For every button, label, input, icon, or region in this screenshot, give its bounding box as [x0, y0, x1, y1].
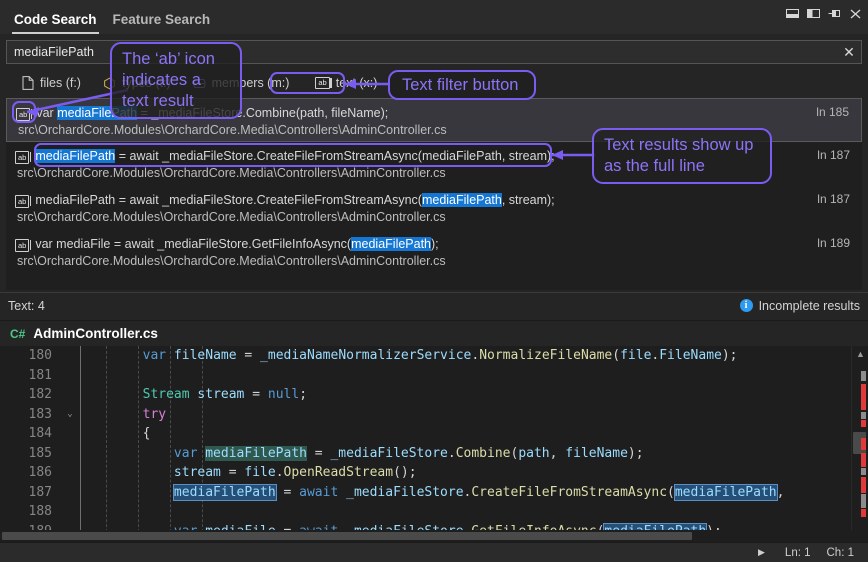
line-number: 186 [0, 465, 62, 480]
split-pane-icon[interactable] [807, 7, 820, 20]
preview-file-header: C# AdminController.cs [0, 320, 868, 346]
filter-chip-files[interactable]: files (f:) [12, 72, 91, 94]
scrollbar-marker [861, 453, 866, 467]
annotation-ab-icon-text: The ‘ab’ icon indicates a text result [122, 50, 215, 110]
code-line: 184 { [0, 424, 868, 444]
line-number: 182 [0, 387, 62, 402]
results-list[interactable]: abvar mediaFilePath = _mediaFileStore.Co… [6, 98, 862, 290]
scrollbar-marker [861, 384, 866, 410]
bottom-status-bar: ▶ Ln: 1 Ch: 1 [0, 542, 868, 562]
play-icon[interactable]: ▶ [758, 547, 769, 558]
result-code-line: ab mediaFilePath = await _mediaFileStore.… [6, 190, 862, 210]
window-controls [786, 7, 862, 20]
filter-chip-files-label: files (f:) [40, 76, 81, 90]
result-row[interactable]: ab mediaFilePath = await _mediaFileStore.… [6, 186, 862, 230]
line-number: 184 [0, 426, 62, 441]
incomplete-results-notice: i Incomplete results [740, 299, 868, 313]
line-number: 180 [0, 348, 62, 363]
tab-feature-search[interactable]: Feature Search [105, 13, 219, 34]
code-line: 187 mediaFilePath = await _mediaFileStor… [0, 483, 868, 503]
annotation-text-filter-text: Text filter button [402, 75, 518, 96]
code-line: 181 [0, 366, 868, 386]
line-position-label: Ln: 1 [785, 547, 811, 559]
pin-icon[interactable] [828, 7, 841, 20]
result-code-line: ab var mediaFile = await _mediaFileStore.… [6, 234, 862, 254]
editor-horizontal-scrollbar[interactable] [0, 530, 868, 542]
code-line-text: { [78, 426, 868, 441]
annotation-ab-icon: The ‘ab’ icon indicates a text result [110, 42, 242, 119]
result-file-path: src\OrchardCore.Modules\OrchardCore.Medi… [6, 210, 862, 228]
code-line: 180 var fileName = _mediaNameNormalizerS… [0, 346, 868, 366]
tab-strip: Code Search Feature Search [0, 0, 218, 34]
code-preview[interactable]: 180 var fileName = _mediaNameNormalizerS… [0, 346, 868, 542]
line-number: 185 [0, 446, 62, 461]
results-status-bar: Text: 4 i Incomplete results [0, 292, 868, 318]
code-line-text: try [78, 407, 868, 422]
result-line-number: ln 185 [816, 105, 849, 119]
code-search-window: Code Search Feature Search ✕ [0, 0, 868, 562]
ab-icon: ab [15, 193, 29, 207]
code-line: 182 Stream stream = null; [0, 385, 868, 405]
code-line-text: stream = file.OpenReadStream(); [78, 465, 868, 480]
filter-chip-text[interactable]: ab text (x:) [305, 72, 387, 94]
hscrollbar-thumb[interactable] [2, 532, 692, 540]
tab-code-search[interactable]: Code Search [6, 13, 105, 34]
close-icon[interactable] [849, 7, 862, 20]
scrollbar-marker [861, 412, 866, 419]
csharp-icon: C# [10, 327, 25, 341]
result-line-number: ln 189 [817, 236, 850, 250]
code-line: 186 stream = file.OpenReadStream(); [0, 463, 868, 483]
scrollbar-marker [861, 420, 866, 427]
code-line: 183⌄ try [0, 405, 868, 425]
result-row[interactable]: ab var mediaFile = await _mediaFileStore.… [6, 230, 862, 274]
caret-position: ▶ Ln: 1 Ch: 1 [758, 547, 868, 559]
result-count-label: Text: 4 [0, 299, 45, 313]
code-line-text: Stream stream = null; [78, 387, 868, 402]
titlebar: Code Search Feature Search [0, 0, 868, 34]
editor-vertical-scrollbar[interactable]: ▲ ▼ [851, 346, 868, 542]
tab-feature-search-label: Feature Search [113, 12, 211, 27]
tab-code-search-label: Code Search [14, 12, 97, 27]
result-line-number: ln 187 [817, 148, 850, 162]
line-number: 181 [0, 368, 62, 383]
scrollbar-marker [861, 438, 866, 450]
code-line-text: var mediaFilePath = _mediaFileStore.Comb… [78, 446, 868, 461]
annotation-text-filter: Text filter button [388, 70, 536, 100]
ab-icon: ab [16, 106, 30, 120]
annotation-full-line: Text results show up as the full line [592, 128, 772, 184]
code-line-container: 180 var fileName = _mediaNameNormalizerS… [0, 346, 868, 542]
line-number: 187 [0, 485, 62, 500]
code-line-text: mediaFilePath = await _mediaFileStore.Cr… [78, 485, 868, 500]
annotation-full-line-text: Text results show up as the full line [604, 136, 753, 175]
code-line: 188 [0, 502, 868, 522]
code-line: 185 var mediaFilePath = _mediaFileStore.… [0, 444, 868, 464]
result-file-path: src\OrchardCore.Modules\OrchardCore.Medi… [6, 254, 862, 272]
preview-filename: AdminController.cs [33, 326, 158, 341]
ab-icon: ab [15, 149, 29, 163]
result-line-number: ln 187 [817, 192, 850, 206]
result-code-text: var mediaFile = await _mediaFileStore.Ge… [35, 237, 438, 251]
column-position-label: Ch: 1 [827, 547, 855, 559]
scrollbar-marker [861, 494, 866, 508]
scroll-up-icon[interactable]: ▲ [852, 346, 868, 361]
clear-search-glyph: ✕ [843, 44, 855, 61]
dock-bottom-icon[interactable] [786, 7, 799, 20]
line-number: 183 [0, 407, 62, 422]
ab-icon: ab [315, 77, 329, 89]
file-icon [22, 76, 34, 90]
incomplete-results-label: Incomplete results [759, 299, 860, 313]
scrollbar-marker [861, 477, 866, 493]
line-number: 188 [0, 504, 62, 519]
clear-search-button[interactable]: ✕ [837, 41, 861, 63]
fold-toggle-icon[interactable]: ⌄ [62, 409, 78, 419]
filter-chip-text-label: text (x:) [336, 76, 378, 90]
code-line-text: var fileName = _mediaNameNormalizerServi… [78, 348, 868, 363]
ab-icon: ab [15, 237, 29, 251]
scrollbar-marker [861, 371, 866, 381]
scrollbar-marker [861, 509, 866, 517]
result-code-text: mediaFilePath = await _mediaFileStore.Cr… [35, 149, 554, 163]
scrollbar-marker [861, 468, 866, 475]
result-code-text: mediaFilePath = await _mediaFileStore.Cr… [35, 193, 554, 207]
info-icon: i [740, 299, 753, 312]
